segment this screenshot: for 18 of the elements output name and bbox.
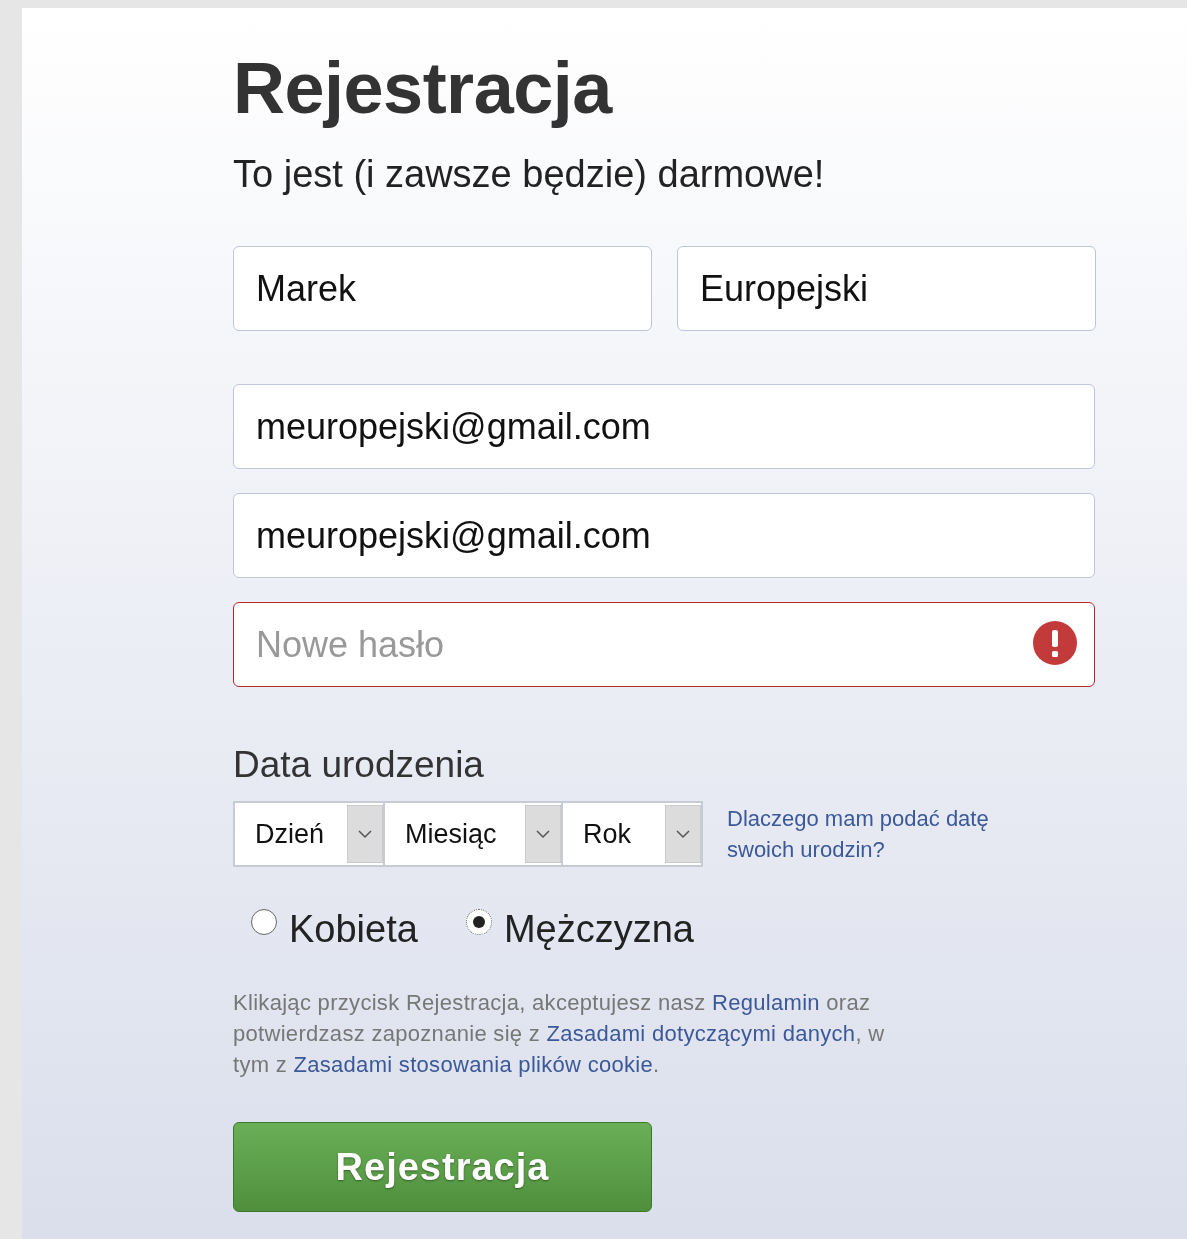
- terms-link[interactable]: Regulamin: [712, 990, 820, 1015]
- radio-button[interactable]: [251, 909, 277, 935]
- gender-option-label: Mężczyzna: [503, 907, 694, 951]
- page-subtitle: To jest (i zawsze będzie) darmowe!: [233, 152, 826, 197]
- first-name-field[interactable]: Marek: [233, 246, 652, 331]
- radio-button[interactable]: [465, 909, 492, 935]
- terms-text: Klikając przycisk Rejestracja, akceptujesz nasz Regulamin oraz potwierdzasz zapoznanie się z Zasadami dotyczącymi danych, w tym z Zasadami stosowania plików cookie.: [233, 989, 886, 1079]
- terms-link[interactable]: Zasadami dotyczącymi danych: [546, 1021, 856, 1046]
- email-confirm-field[interactable]: meuropejski@gmail.com: [233, 493, 1095, 578]
- email-field[interactable]: meuropejski@gmail.com: [233, 384, 1095, 469]
- last-name-field[interactable]: Europejski: [677, 246, 1096, 331]
- terms-link[interactable]: Zasadami stosowania plików cookie: [293, 1052, 654, 1077]
- birthday-label: Data urodzenia: [233, 743, 485, 787]
- gender-option-label: Kobieta: [289, 907, 418, 951]
- page-title: Rejestracja: [233, 48, 614, 128]
- error-icon: [1033, 621, 1077, 665]
- birthday-help-link[interactable]: Dlaczego mam podać datę swoich urodzin?: [727, 803, 1027, 865]
- password-field[interactable]: Nowe hasło: [233, 602, 1095, 687]
